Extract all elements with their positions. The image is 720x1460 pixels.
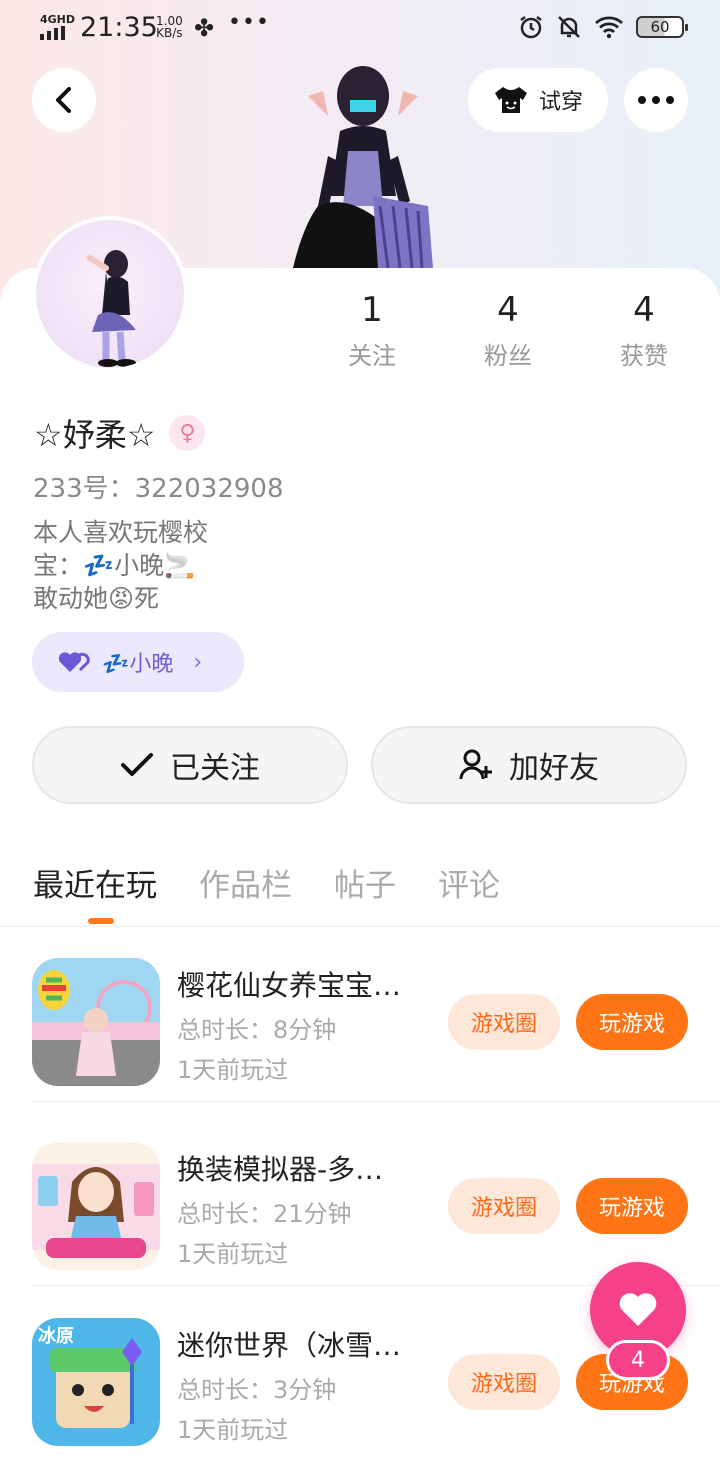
network-type: 4GHD (40, 13, 76, 26)
game-title: 樱花仙女养宝宝… (177, 969, 402, 1002)
game-circle-button[interactable]: 游戏圈 (448, 1178, 560, 1234)
active-tab-indicator (88, 918, 114, 924)
tab-posts[interactable]: 帖子 (334, 860, 396, 905)
game-duration: 总时长：3分钟 (177, 1376, 337, 1404)
game-duration: 总时长：8分钟 (177, 1016, 337, 1044)
game-icon-mini-world[interactable]: 冰原 (32, 1318, 160, 1446)
checkmark-icon (121, 753, 153, 776)
try-on-label: 试穿 (538, 90, 583, 115)
back-button[interactable] (32, 68, 96, 132)
more-options-button[interactable] (624, 68, 688, 132)
more-notifications-icon: ••• (228, 10, 270, 35)
try-on-button[interactable]: 试穿 (468, 68, 608, 132)
game-circle-button[interactable]: 游戏圈 (448, 1354, 560, 1410)
alarm-icon (520, 16, 542, 39)
heart-link-icon (58, 652, 90, 672)
fan-icon: ✤ (194, 14, 215, 42)
followed-button[interactable]: 已关注 (32, 726, 348, 804)
cp-partner-name: 💤小晚 (102, 652, 174, 677)
signal-icon (40, 26, 65, 40)
username: ☆妤柔☆ (34, 416, 156, 454)
like-count-badge: 4 (606, 1340, 670, 1380)
followers-stat[interactable]: 4 粉丝 (438, 290, 578, 371)
list-item[interactable]: 换装模拟器-多… 总时长：21分钟 1天前玩过 游戏圈 玩游戏 (0, 1110, 720, 1286)
more-dots-icon (638, 96, 674, 104)
profile-stats: 1 关注 4 粉丝 4 获赞 (300, 290, 720, 380)
list-item[interactable]: 樱花仙女养宝宝… 总时长：8分钟 1天前玩过 游戏圈 玩游戏 (0, 926, 720, 1102)
character-outfit-image (293, 66, 433, 268)
chevron-left-icon (56, 87, 71, 113)
game-last-played: 1天前玩过 (177, 1416, 289, 1444)
mute-bell-icon (558, 16, 580, 38)
battery-indicator: 60 (636, 16, 688, 38)
clock: 21:35 (80, 12, 158, 43)
game-circle-button[interactable]: 游戏圈 (448, 994, 560, 1050)
game-icon-sakura-fairy[interactable] (32, 958, 160, 1086)
game-title: 迷你世界（冰雪… (177, 1329, 402, 1362)
status-bar: 4GHD 21:35 1.00 KB/s ✤ ••• 60 (0, 0, 720, 56)
game-last-played: 1天前玩过 (177, 1056, 289, 1084)
play-game-button[interactable]: 玩游戏 (576, 1178, 688, 1234)
game-duration: 总时长：21分钟 (177, 1200, 352, 1228)
tab-works[interactable]: 作品栏 (199, 860, 292, 905)
wifi-icon (595, 16, 623, 39)
tab-recent-games[interactable]: 最近在玩 (33, 860, 157, 905)
bio: 本人喜欢玩樱校 宝：💤小晚🚬 敢动她😡死 (33, 518, 209, 613)
profile-tabs: 最近在玩 作品栏 帖子 评论 (33, 860, 500, 905)
cp-partner-chip[interactable]: 💤小晚 › (32, 632, 244, 692)
user-id: 233号：322032908 (33, 474, 284, 504)
name-row: ☆妤柔☆ ♀ (34, 410, 206, 456)
avatar[interactable] (32, 216, 188, 372)
add-user-icon (459, 749, 492, 780)
add-friend-button[interactable]: 加好友 (371, 726, 687, 804)
following-stat[interactable]: 1 关注 (302, 290, 442, 371)
chevron-right-icon: › (193, 649, 203, 675)
game-icon-label: 冰原 (38, 1325, 74, 1346)
likes-stat[interactable]: 4 获赞 (574, 290, 714, 371)
play-game-button[interactable]: 玩游戏 (576, 994, 688, 1050)
tab-comments[interactable]: 评论 (438, 860, 500, 905)
female-gender-icon: ♀ (169, 415, 206, 451)
heart-icon (619, 1293, 657, 1326)
divider (32, 1101, 720, 1102)
game-title: 换装模拟器-多… (177, 1153, 384, 1186)
game-icon-dressup-simulator[interactable] (32, 1142, 160, 1270)
game-last-played: 1天前玩过 (177, 1240, 289, 1268)
avatar-character-image (87, 250, 136, 367)
shirt-icon (494, 87, 527, 113)
network-speed: 1.00 KB/s (156, 14, 183, 40)
